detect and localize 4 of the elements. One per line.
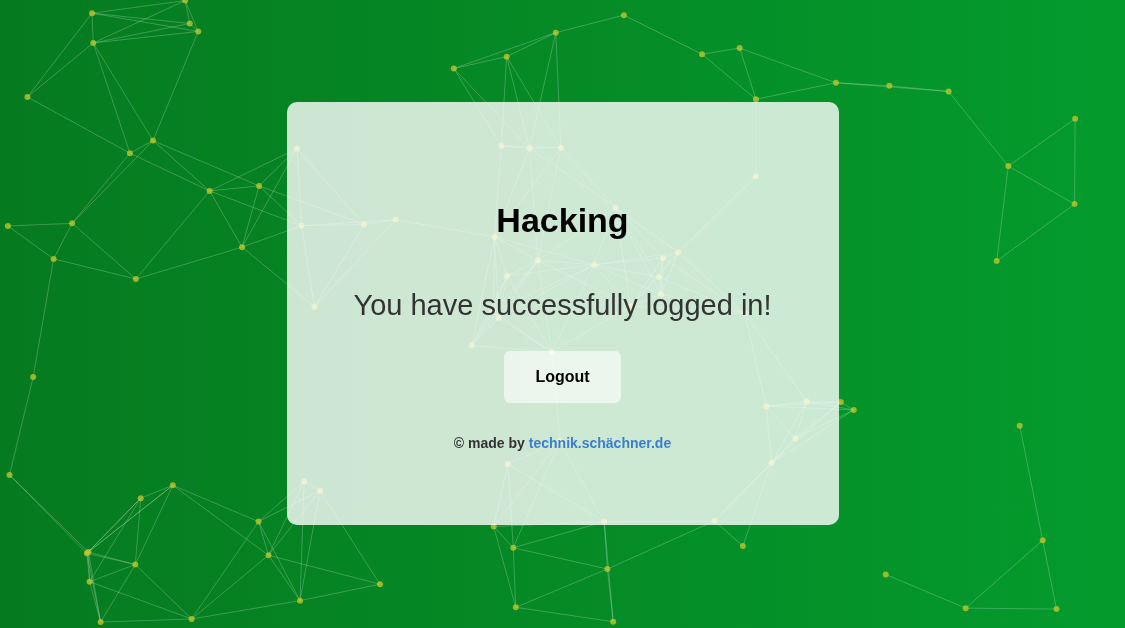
- page-title: Hacking: [496, 200, 629, 240]
- footer-text: © made by: [453, 435, 525, 451]
- success-message: You have successfully logged in!: [353, 288, 772, 322]
- logout-button[interactable]: Logout: [504, 351, 621, 403]
